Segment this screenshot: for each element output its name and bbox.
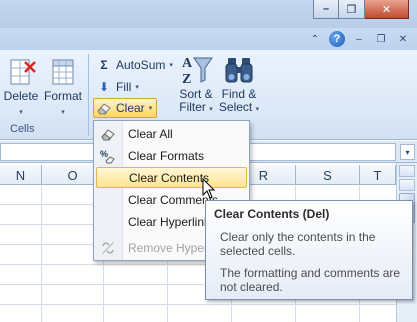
grid-line — [41, 185, 42, 322]
fill-down-icon: ⬇ — [98, 80, 110, 94]
column-header[interactable]: S — [296, 165, 360, 185]
delete-button[interactable]: Delete ▾ — [2, 56, 40, 117]
tooltip-title: Clear Contents (Del) — [214, 207, 330, 221]
format-button[interactable]: Format ▾ — [42, 56, 84, 117]
clear-button[interactable]: Clear ▾ — [93, 98, 158, 118]
window-controls: – ❐ ✕ — [313, 0, 409, 20]
menu-item-label: Clear Contents — [129, 170, 210, 185]
workbook-minimize-button[interactable]: – — [351, 31, 367, 47]
delete-label: Delete — [3, 89, 39, 103]
delete-cells-icon — [5, 56, 37, 88]
help-icon[interactable]: ? — [329, 31, 345, 47]
svg-text:A: A — [182, 56, 193, 71]
sort-filter-icon: A Z — [180, 54, 213, 87]
sigma-icon: Σ — [100, 58, 108, 72]
fill-label: Fill — [116, 80, 132, 94]
sort-filter-label-2: Filter — [179, 100, 206, 114]
menu-item-label: Clear All — [128, 126, 173, 141]
menu-item-icon-slot — [96, 211, 120, 232]
autosum-button[interactable]: Σ AutoSum ▾ — [96, 55, 173, 75]
tooltip-line-2: The formatting and comments are not clea… — [220, 266, 401, 294]
group-divider — [88, 54, 89, 136]
menu-item-icon-slot — [97, 167, 121, 188]
clear-label: Clear — [116, 101, 145, 115]
menu-item-label: Clear Hyperlinks — [128, 214, 217, 229]
fill-button[interactable]: ⬇ Fill ▾ — [96, 77, 139, 97]
find-select-label-row: Select ▾ — [218, 101, 260, 116]
svg-text:Z: Z — [182, 72, 191, 86]
chevron-down-icon: ▾ — [19, 109, 23, 116]
menu-item-clear-all[interactable]: Clear All — [96, 123, 247, 144]
find-select-button[interactable]: Find & Select ▾ — [218, 54, 260, 116]
workbook-restore-button[interactable]: ❐ — [373, 31, 389, 47]
tooltip: Clear Contents (Del) Clear only the cont… — [205, 200, 413, 300]
svg-text:%: % — [100, 149, 108, 159]
close-button[interactable]: ✕ — [365, 0, 409, 19]
grid-line — [0, 304, 396, 305]
chevron-down-icon: ▾ — [61, 109, 65, 116]
mouse-cursor-icon — [202, 178, 216, 199]
sort-filter-label-row: Filter ▾ — [176, 101, 216, 116]
chevron-down-icon: ▾ — [148, 105, 153, 112]
find-select-label-2: Select — [218, 100, 253, 114]
remove-link-icon — [96, 237, 120, 258]
autosum-label: AutoSum — [116, 58, 166, 72]
eraser-icon — [96, 100, 112, 116]
minimize-ribbon-caret-icon[interactable]: ⌃ — [307, 31, 323, 47]
split-handle[interactable] — [399, 165, 415, 177]
workbook-close-button[interactable]: ✕ — [395, 31, 411, 47]
scroll-up-button[interactable] — [399, 179, 415, 191]
tooltip-line-1: Clear only the contents in the selected … — [220, 230, 376, 258]
chevron-down-icon: ▾ — [169, 62, 173, 69]
menu-item-clear-contents[interactable]: Clear Contents — [96, 167, 247, 188]
column-header[interactable]: N — [0, 165, 42, 185]
menu-item-clear-formats[interactable]: % Clear Formats — [96, 145, 247, 166]
ribbon-tab-row: ⌃ ? – ❐ ✕ — [0, 28, 417, 50]
sort-filter-button[interactable]: A Z Sort & Filter ▾ — [176, 54, 216, 116]
formula-bar-expand-button[interactable]: ▾ — [400, 144, 415, 160]
menu-item-icon-slot — [96, 189, 120, 210]
chevron-down-icon: ▾ — [209, 106, 213, 113]
percent-eraser-icon: % — [96, 145, 120, 166]
title-bar: – ❐ ✕ — [0, 0, 417, 28]
cells-group-label: Cells — [10, 123, 35, 135]
chevron-down-icon: ▾ — [255, 106, 260, 113]
format-label: Format — [43, 89, 82, 103]
column-header[interactable]: T — [360, 165, 396, 185]
format-cells-icon — [47, 56, 79, 88]
eraser-icon — [96, 123, 120, 144]
minimize-button[interactable]: – — [313, 0, 339, 19]
restore-button[interactable]: ❐ — [339, 0, 365, 19]
binoculars-icon — [223, 54, 255, 86]
tooltip-body: Clear only the contents in the selected … — [214, 230, 404, 294]
chevron-down-icon: ▾ — [135, 84, 139, 91]
menu-item-label: Clear Formats — [128, 148, 205, 163]
